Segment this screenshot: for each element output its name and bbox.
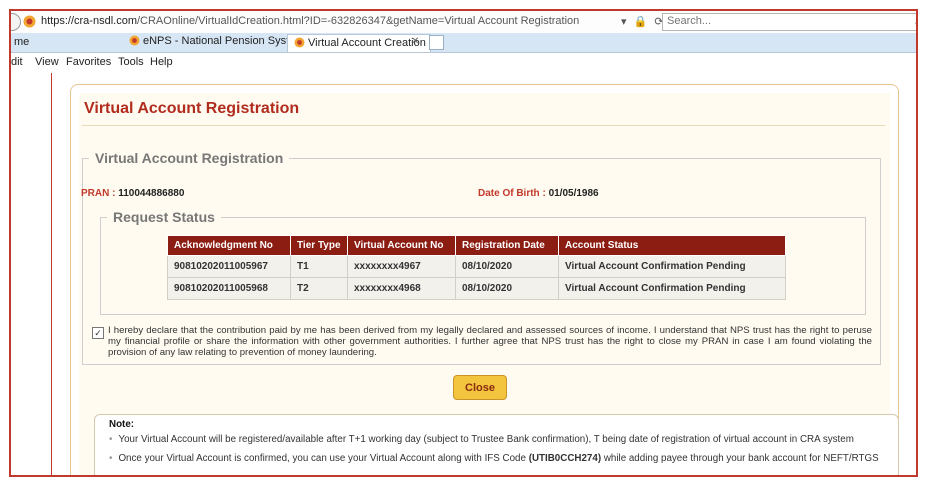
note-text: while adding payee through your bank acc… bbox=[601, 453, 879, 464]
tab-favicon-icon bbox=[129, 35, 140, 46]
pran-label: PRAN : bbox=[81, 188, 116, 199]
note-item: • Your Virtual Account will be registered… bbox=[109, 434, 889, 445]
registration-legend: Virtual Account Registration bbox=[95, 150, 284, 166]
bullet-icon: • bbox=[109, 434, 113, 445]
new-tab-icon[interactable] bbox=[429, 35, 444, 50]
table-cell: T2 bbox=[290, 277, 348, 300]
bullet-icon: • bbox=[109, 453, 113, 464]
request-status-table: Acknowledgment No Tier Type Virtual Acco… bbox=[167, 235, 786, 300]
back-button[interactable] bbox=[11, 13, 21, 31]
pran-value: 110044886880 bbox=[118, 188, 185, 199]
page-title: Virtual Account Registration bbox=[84, 100, 300, 117]
tab-enps[interactable]: eNPS - National Pension System bbox=[129, 35, 304, 50]
tab-label: eNPS - National Pension System bbox=[143, 35, 305, 47]
page-content: Virtual Account Registration Virtual Acc… bbox=[11, 73, 916, 475]
tab-virtual-account[interactable]: Virtual Account Creation bbox=[287, 34, 431, 52]
column-header: Tier Type bbox=[290, 235, 348, 256]
address-bar: https://cra-nsdl.com/CRAOnline/VirtualId… bbox=[11, 11, 916, 34]
url-path: /CRAOnline/VirtualIdCreation.html?ID=-63… bbox=[136, 15, 580, 27]
tab-close-icon[interactable]: ✕ bbox=[411, 36, 419, 47]
url-field[interactable]: https://cra-nsdl.com/CRAOnline/VirtualId… bbox=[41, 15, 579, 27]
note-title: Note: bbox=[109, 419, 135, 430]
browser-search[interactable]: ⌕ bbox=[662, 13, 916, 31]
column-header: Virtual Account No bbox=[347, 235, 456, 256]
table-cell: T1 bbox=[290, 255, 348, 278]
search-input[interactable] bbox=[663, 14, 871, 28]
pran-row: PRAN : 110044886880 bbox=[81, 188, 184, 199]
menu-bar: dit View Favorites Tools Help bbox=[11, 53, 916, 72]
column-header: Account Status bbox=[558, 235, 786, 256]
title-divider bbox=[82, 125, 885, 126]
page-divider bbox=[51, 73, 52, 475]
url-host: https://cra-nsdl.com bbox=[41, 15, 137, 27]
tab-home[interactable]: me bbox=[14, 36, 29, 48]
dob-value: 01/05/1986 bbox=[548, 188, 599, 199]
column-header: Registration Date bbox=[455, 235, 559, 256]
menu-help[interactable]: Help bbox=[150, 56, 173, 68]
menu-view[interactable]: View bbox=[35, 56, 59, 68]
search-icon[interactable]: ⌕ bbox=[915, 15, 916, 28]
tab-label: Virtual Account Creation bbox=[308, 37, 426, 49]
column-header: Acknowledgment No bbox=[167, 235, 291, 256]
declaration-text: I hereby declare that the contribution p… bbox=[108, 325, 872, 358]
table-row: 90810202011005968 T2 xxxxxxxx4968 08/10/… bbox=[167, 277, 786, 300]
table-cell: Virtual Account Confirmation Pending bbox=[558, 277, 786, 300]
table-header-row: Acknowledgment No Tier Type Virtual Acco… bbox=[167, 235, 786, 256]
note-item: • Once your Virtual Account is confirmed,… bbox=[109, 453, 889, 464]
table-cell: 08/10/2020 bbox=[455, 277, 559, 300]
table-cell: 08/10/2020 bbox=[455, 255, 559, 278]
menu-edit[interactable]: dit bbox=[11, 56, 23, 68]
dob-row: Date Of Birth : 01/05/1986 bbox=[478, 188, 599, 199]
note-text: Your Virtual Account will be registered/… bbox=[118, 434, 854, 445]
table-cell: xxxxxxxx4967 bbox=[347, 255, 456, 278]
table-row: 90810202011005967 T1 xxxxxxxx4967 08/10/… bbox=[167, 255, 786, 278]
request-status-legend: Request Status bbox=[113, 209, 215, 225]
table-cell: xxxxxxxx4968 bbox=[347, 277, 456, 300]
dob-label: Date Of Birth : bbox=[478, 188, 546, 199]
menu-favorites[interactable]: Favorites bbox=[66, 56, 111, 68]
menu-tools[interactable]: Tools bbox=[118, 56, 144, 68]
tab-bar: me eNPS - National Pension System Virtua… bbox=[11, 33, 916, 53]
browser-window: https://cra-nsdl.com/CRAOnline/VirtualId… bbox=[9, 9, 918, 477]
site-favicon-icon bbox=[23, 15, 36, 28]
declaration-checkbox[interactable]: ✓ bbox=[92, 327, 104, 339]
tab-favicon-icon bbox=[294, 37, 305, 48]
table-cell: 90810202011005968 bbox=[167, 277, 291, 300]
note-text: Once your Virtual Account is confirmed, … bbox=[118, 453, 529, 464]
ifs-code: (UTIB0CCH274) bbox=[528, 453, 602, 464]
note-panel: Note: • Your Virtual Account will be regi… bbox=[94, 414, 899, 475]
table-cell: Virtual Account Confirmation Pending bbox=[558, 255, 786, 278]
address-controls[interactable]: ▾ 🔒 ⟳ bbox=[621, 15, 666, 28]
close-button[interactable]: Close bbox=[453, 375, 507, 400]
table-cell: 90810202011005967 bbox=[167, 255, 291, 278]
